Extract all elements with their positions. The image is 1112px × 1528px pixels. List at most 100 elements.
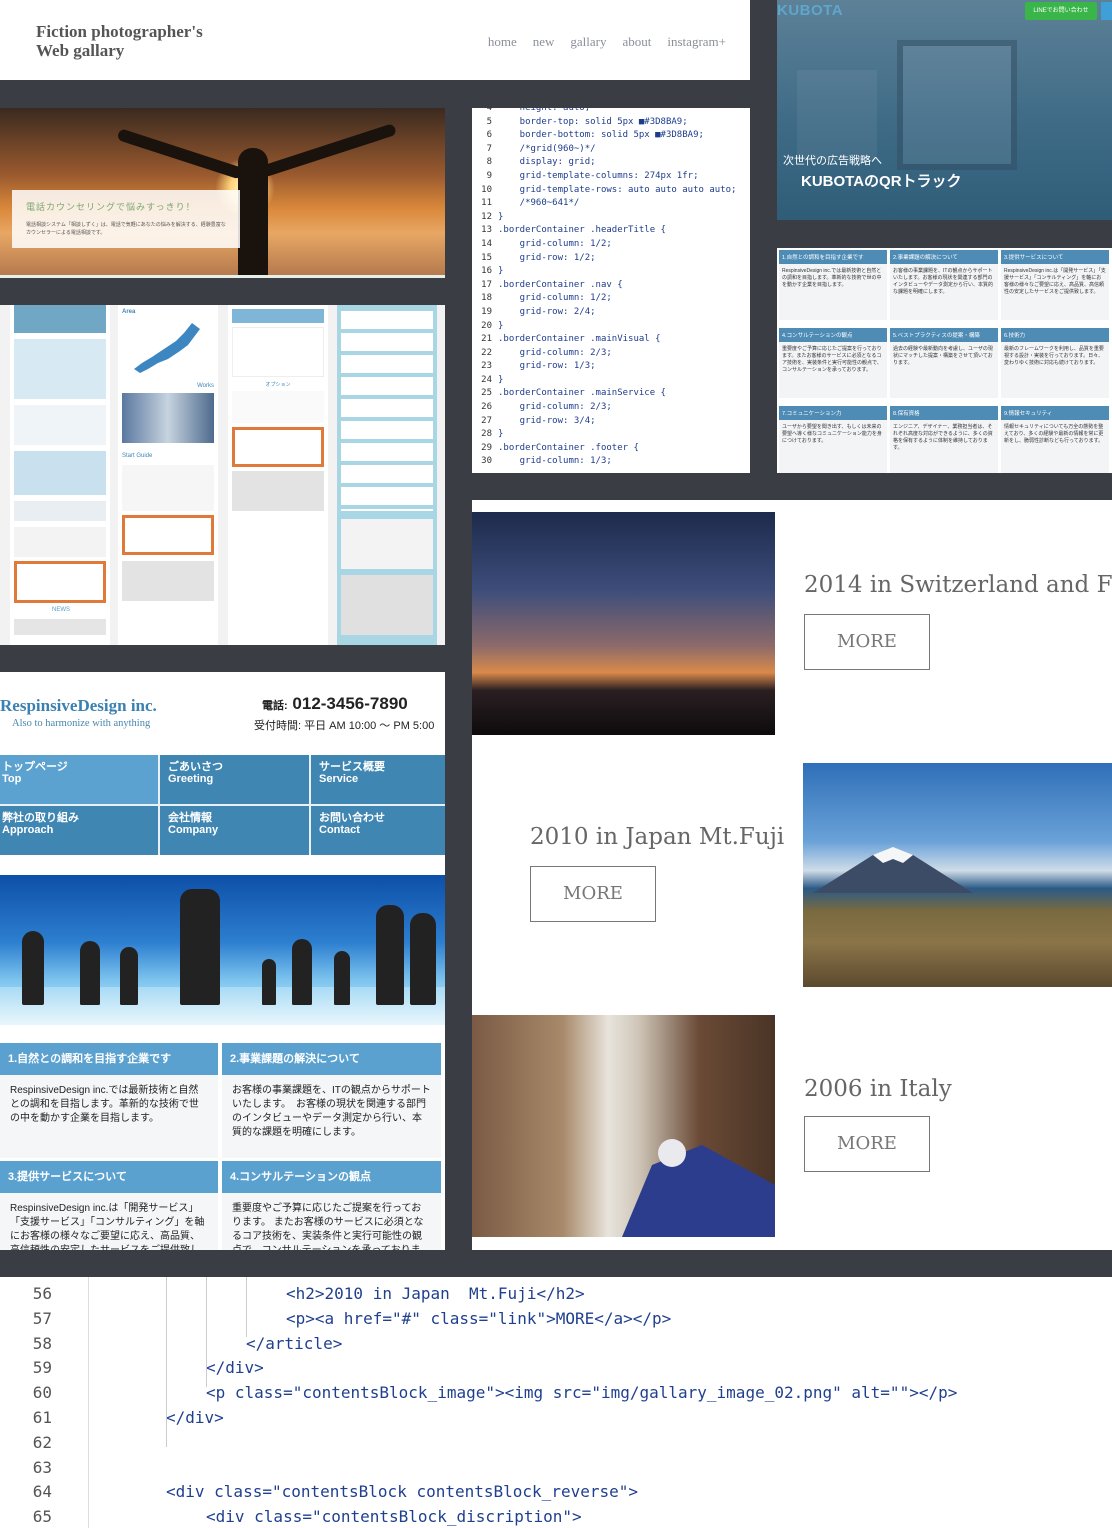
feature-cell: 5.ベストプラクティスの提案・構築 過去の経験や最新動向を考慮し、ユーザの現状にマ… [890, 328, 998, 398]
code-text[interactable]: } [498, 320, 503, 334]
menu-item-service[interactable]: サービス概要 Service [311, 755, 445, 804]
code-text[interactable]: grid-row: 2/4; [498, 306, 596, 320]
line-number: 23 [481, 361, 492, 372]
code-line: 21 .borderContainer .mainVisual { [472, 333, 750, 347]
line-number: 24 [481, 374, 492, 385]
code-text[interactable]: grid-row: 3/4; [498, 415, 596, 429]
feature-cell: 7.コミュニケーション力 ユーザから要望を聞き出す、もしくは未来の要望へ導く様なコ… [779, 406, 887, 473]
feature-body: 情報セキュリティについても万全の態勢を整えており、多くの経験や最新の情報を常に更… [1001, 420, 1109, 473]
feature-heading: 4.コンサルテーションの観点 [779, 328, 887, 342]
code-text[interactable]: } [498, 265, 503, 279]
code-text[interactable]: .borderContainer .headerTitle { [498, 224, 666, 238]
nav-home[interactable]: home [488, 34, 517, 50]
menu-label-en: Contact [319, 824, 360, 836]
indent-guide [166, 1277, 167, 1447]
kubota-subtitle: 次世代の広告戦略へ [783, 155, 882, 167]
code-text[interactable]: .borderContainer .mainVisual { [498, 333, 661, 347]
feature-heading: 8.保有資格 [890, 406, 998, 420]
code-text[interactable]: grid-row: 1/2; [498, 252, 596, 266]
code-text[interactable]: <div class="contentsBlock contentsBlock_… [166, 1482, 638, 1501]
code-text[interactable]: grid-template-columns: 274px 1fr; [498, 170, 699, 184]
line-number: 64 [32, 1482, 52, 1502]
code-text[interactable]: <h2>2010 in Japan Mt.Fuji</h2> [286, 1284, 585, 1303]
code-text[interactable]: } [498, 374, 503, 388]
menu-label-en: Service [319, 773, 359, 785]
code-text[interactable]: .borderContainer .nav { [498, 279, 623, 293]
code-text[interactable]: grid-column: 1/2; [498, 238, 612, 252]
code-line: 19 grid-row: 2/4; [472, 306, 750, 320]
more-button[interactable]: MORE [804, 614, 930, 670]
person-silhouette [80, 941, 100, 1005]
code-line: 63 [0, 1458, 1112, 1483]
line-number: 62 [32, 1432, 52, 1452]
code-text[interactable]: } [498, 428, 503, 442]
menu-item-top[interactable]: トップページ Top [0, 755, 158, 804]
mt-fuji-photo[interactable] [803, 763, 1112, 987]
kubota-logo[interactable]: KUBOTA [777, 2, 843, 19]
nav-gallary[interactable]: gallary [570, 34, 606, 50]
menu-label-en: Approach [2, 824, 54, 836]
code-text[interactable]: <div class="contentsBlock_discription"> [206, 1507, 582, 1526]
code-text[interactable]: border-top: solid 5px ■#3D8BA9; [498, 116, 688, 130]
menu-item-company[interactable]: 会社情報 Company [160, 806, 309, 855]
code-text[interactable]: grid-column: 2/3; [498, 347, 612, 361]
code-line: 16} [472, 265, 750, 279]
mockup-section [14, 501, 106, 521]
phone-number[interactable]: 012-3456-7890 [292, 694, 407, 713]
code-text[interactable]: <p><a href="#" class="link">MORE</a></p> [286, 1309, 671, 1328]
line-number: 25 [481, 388, 492, 399]
code-text[interactable]: grid-row: 1/3; [498, 360, 596, 374]
italy-photo[interactable] [472, 1015, 775, 1237]
menu-label-ja: 会社情報 [168, 812, 212, 824]
switzerland-photo[interactable] [472, 512, 775, 735]
line-number: 8 [486, 157, 492, 168]
code-text[interactable]: height: auto; [498, 108, 590, 116]
code-text[interactable]: border-bottom: solid 5px ■#3D8BA9; [498, 129, 704, 143]
menu-icon[interactable] [1101, 2, 1112, 20]
menu-label-ja: ごあいさつ [168, 761, 223, 773]
line-number: 6 [486, 130, 492, 141]
feature-cell: 8.保有資格 エンジニア、デザイナー、業務担当者は、それぞれ高度な対応ができるよう… [890, 406, 998, 473]
works-thumbnails [122, 393, 214, 443]
card-body: お客様の事業課題を、ITの観点からサポートいたします。 お客様の現状を関連する部… [222, 1075, 441, 1158]
line-number: 9 [486, 170, 492, 181]
nav-new[interactable]: new [533, 34, 555, 50]
code-text[interactable]: .borderContainer .footer { [498, 442, 639, 456]
menu-item-contact[interactable]: お問い合わせ Contact [311, 806, 445, 855]
feature-cell: 4.コンサルテーションの観点 重要度やご予算に応じたご提案を行っております。またお… [779, 328, 887, 398]
code-text[interactable]: } [498, 211, 503, 225]
code-text[interactable]: grid-column: 1/2; [498, 292, 612, 306]
code-text[interactable]: </article> [246, 1334, 342, 1353]
more-button[interactable]: MORE [804, 1116, 930, 1172]
code-text[interactable]: grid-template-rows: auto auto auto auto; [498, 184, 737, 198]
indent-guide [246, 1277, 247, 1337]
code-text[interactable]: grid-column: 1/3; [498, 455, 612, 469]
more-button[interactable]: MORE [530, 866, 656, 922]
nav-instagram[interactable]: instagram+ [667, 34, 726, 50]
line-number: 56 [32, 1284, 52, 1303]
code-text[interactable]: /*grid(960~)*/ [498, 143, 596, 157]
rd-card-3: 3.提供サービスについて RespinsiveDesign inc.は「開発サー… [0, 1161, 218, 1250]
person-silhouette [376, 905, 404, 1005]
code-text[interactable]: grid-column: 2/3; [498, 401, 612, 415]
line-contact-button[interactable]: LINEでお問い合わせ [1025, 2, 1097, 20]
code-text[interactable]: /*960~641*/ [498, 197, 580, 211]
code-line: 30 grid-column: 1/3; [472, 455, 750, 469]
rd-logo[interactable]: RespinsiveDesign inc. [0, 696, 157, 716]
code-text[interactable]: <p class="contentsBlock_image"><img src=… [206, 1383, 957, 1402]
code-text[interactable]: display: grid; [498, 156, 596, 170]
menu-item-approach[interactable]: 弊社の取り組み Approach [0, 806, 158, 855]
code-text[interactable]: </div> [166, 1408, 224, 1427]
code-text[interactable]: .borderContainer .mainService { [498, 387, 666, 401]
mockup-cta [14, 561, 106, 603]
mockup-section [14, 451, 106, 495]
nav-about[interactable]: about [623, 34, 652, 50]
mockup-works-label: Works [197, 383, 214, 389]
site-title[interactable]: Fiction photographer's Web gallary [36, 22, 203, 60]
code-text[interactable]: </div> [206, 1358, 264, 1377]
line-number: 12 [481, 211, 492, 222]
menu-label-ja: トップページ [2, 761, 68, 773]
menu-item-greeting[interactable]: ごあいさつ Greeting [160, 755, 309, 804]
line-number: 11 [481, 198, 492, 209]
line-number: 22 [481, 347, 492, 358]
